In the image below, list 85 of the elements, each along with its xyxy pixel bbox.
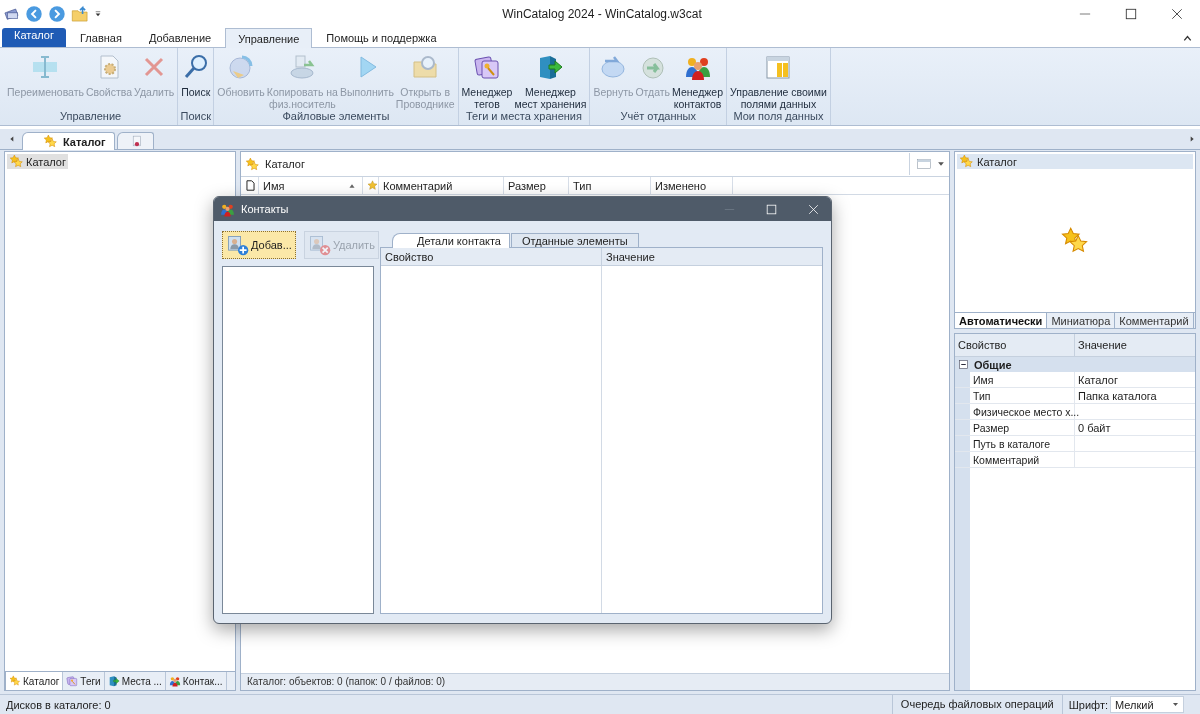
group-label: Управление [59, 110, 123, 124]
ribbon-button[interactable]: Поиск [180, 48, 212, 110]
property-name: Имя [970, 372, 1075, 387]
tree-item[interactable]: Каталог [7, 154, 68, 169]
view-mode-icon [914, 157, 934, 171]
column-header[interactable]: Значение [602, 248, 822, 265]
list-status: Каталог: объектов: 0 (папок: 0 / файлов: 0) [241, 673, 949, 690]
maximize-icon [1125, 8, 1137, 20]
file-queue-button[interactable]: Очередь файловых операций [891, 695, 1063, 714]
font-dropdown[interactable]: Мелкий [1110, 696, 1184, 713]
property-name: Путь в каталоге [970, 436, 1075, 451]
ribbon-tab[interactable]: Главная [67, 28, 135, 47]
property-value: Каталог [1077, 372, 1119, 387]
font-label: Шрифт: [1067, 698, 1109, 711]
column-header[interactable]: Размер [504, 177, 569, 194]
group-label: Файловые элементы [281, 110, 391, 124]
preview-tab[interactable]: Комментарий [1115, 313, 1194, 328]
people-icon [168, 675, 181, 687]
text-cursor-icon [31, 53, 60, 81]
back-icon [25, 5, 43, 23]
group-label: Мои поля данных [732, 110, 825, 124]
app-icon [4, 6, 20, 22]
dialog-title: Контакты [241, 203, 289, 215]
star-icon [367, 179, 378, 192]
property-value: Папка каталога [1077, 388, 1158, 403]
tag-cards-icon [66, 675, 79, 687]
panel-tab[interactable]: Теги [63, 672, 105, 690]
document-tab[interactable] [116, 132, 154, 149]
panel-tab[interactable]: Каталог [5, 672, 64, 690]
dialog-button[interactable]: Добав... [222, 231, 296, 259]
panel-tab[interactable]: Контак... [165, 672, 227, 690]
dropdown-caret-icon [937, 160, 945, 168]
stars-icon [9, 154, 24, 169]
ribbon-tab[interactable]: Помощь и поддержка [313, 28, 450, 47]
close-icon [807, 203, 819, 215]
stars-icon [959, 154, 974, 169]
ribbon-button[interactable]: Менеджер мест хранения [513, 48, 588, 110]
column-header[interactable]: Свойство [955, 334, 1075, 356]
column-header[interactable]: Имя [259, 177, 363, 194]
property-value: 0 байт [1077, 420, 1112, 435]
folder-up-icon [71, 5, 89, 23]
dropdown-caret-icon [1172, 701, 1179, 708]
ribbon-button[interactable]: Менеджер контактов [671, 48, 725, 110]
column-header[interactable]: Значение [1075, 334, 1127, 356]
folder-search-icon [411, 53, 440, 81]
column-header[interactable]: Изменено [651, 177, 733, 194]
stars-icon [245, 156, 260, 172]
preview-tab[interactable]: Миниатюра [1047, 313, 1116, 328]
maximize-icon [765, 203, 777, 215]
ribbon-tab[interactable]: Управление [225, 28, 313, 48]
preview-header: Каталог [957, 154, 1193, 169]
contact-add-icon [226, 233, 250, 257]
column-header[interactable]: Свойство [381, 248, 602, 265]
group-label: Учёт отданных [619, 110, 697, 124]
stars-icon [9, 675, 21, 687]
left-arrow-icon [9, 135, 15, 143]
column-header[interactable]: Тип [569, 177, 651, 194]
document-tab[interactable]: Каталог [22, 132, 115, 150]
dialog-tab[interactable]: Отданные элементы [511, 233, 639, 247]
property-name: Размер [970, 420, 1075, 435]
drive-arrow-icon [288, 53, 317, 81]
panel-tab[interactable]: Места ... [104, 672, 166, 690]
box-arrow-icon [107, 675, 120, 687]
chevron-up-icon [1183, 34, 1192, 43]
property-name: Комментарий [970, 452, 1075, 467]
column-header[interactable]: Комментарий [379, 177, 504, 194]
window-title: WinCatalog 2024 - WinCatalog.w3cat [501, 7, 703, 21]
forward-icon [48, 5, 66, 23]
contact-remove-icon [307, 233, 332, 257]
app-menu-tab[interactable]: Каталог [2, 28, 66, 47]
tag-cards-icon [472, 53, 501, 81]
ribbon-button[interactable]: Управление своими полями данных [729, 48, 828, 110]
ribbon-button[interactable]: Менеджер тегов [460, 48, 514, 110]
close-icon [1171, 8, 1183, 20]
group-label: Поиск [180, 110, 212, 124]
property-name: Тип [970, 388, 1075, 403]
stars-icon [43, 134, 58, 149]
ribbon-tab[interactable]: Добавление [135, 28, 225, 47]
status-text: Дисков в каталоге: 0 [5, 698, 111, 711]
table-columns-icon [764, 53, 793, 81]
group-label: Теги и места хранения [464, 110, 583, 124]
right-arrow-icon [1189, 135, 1195, 143]
address-field[interactable]: Каталог [241, 153, 909, 175]
preview-tab[interactable]: Автоматически [955, 313, 1048, 328]
dialog-tab[interactable]: Детали контакта [392, 233, 510, 248]
